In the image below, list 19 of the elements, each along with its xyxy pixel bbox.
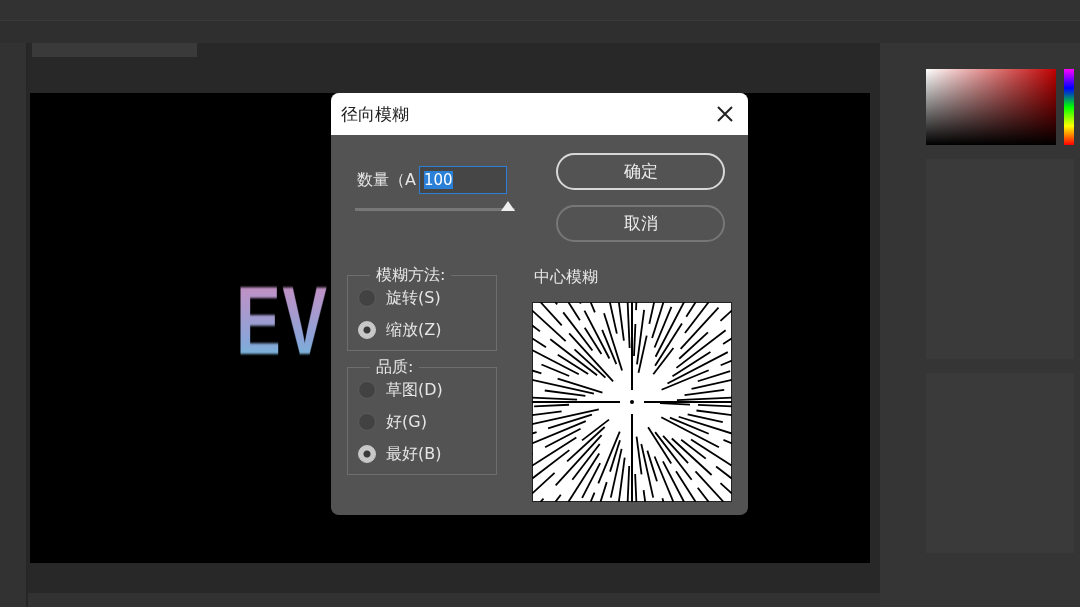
radio-label[interactable]: 好(G)	[386, 411, 427, 433]
radio-label[interactable]: 草图(D)	[386, 379, 443, 401]
radio-button[interactable]	[358, 381, 376, 399]
radio-label[interactable]: 最好(B)	[386, 443, 442, 465]
group-title: 模糊方法:	[375, 265, 447, 286]
dialog-title: 径向模糊	[341, 102, 409, 126]
radio-label[interactable]: 缩放(Z)	[386, 319, 442, 341]
dialog-button[interactable]: 确定	[556, 153, 725, 190]
radio-button[interactable]	[358, 289, 376, 307]
radial-blur-preview-drawing[interactable]	[532, 302, 732, 502]
amount-label: 数量（A	[357, 169, 416, 191]
color-picker-field[interactable]	[926, 69, 1056, 145]
close-icon[interactable]	[716, 105, 734, 123]
group-title: 品质:	[375, 357, 415, 378]
amount-input[interactable]: 100	[418, 166, 507, 194]
radio-label[interactable]: 旋转(S)	[386, 287, 441, 309]
radio-button[interactable]	[358, 413, 376, 431]
preview-title: 中心模糊	[533, 267, 599, 288]
dialog-button[interactable]: 取消	[556, 205, 725, 242]
